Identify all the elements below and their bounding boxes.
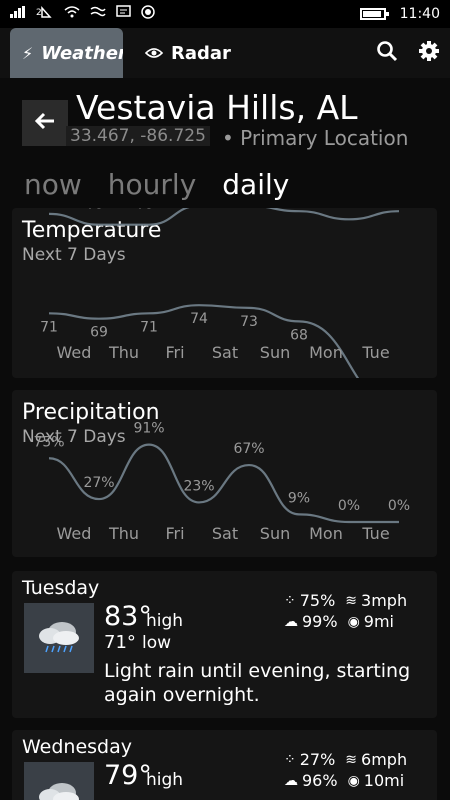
cloud-icon <box>24 762 94 800</box>
temp-day-label: Thu <box>108 343 139 362</box>
temp-day-label: Sun <box>260 343 290 362</box>
status-bar: 2 11:40 <box>0 0 450 28</box>
main-content: Vestavia Hills, AL 33.467, -86.725 • Pri… <box>0 78 450 800</box>
high-temp-label: 79° <box>137 208 162 213</box>
temperature-chart: 83°79°79°86°86°84°81°84°716971747368WedT… <box>40 208 400 378</box>
precip-day-label: Thu <box>108 524 139 543</box>
gear-icon[interactable] <box>418 40 440 68</box>
visibility-eye-icon: ◉ <box>347 772 360 789</box>
temp-day-label: Wed <box>57 343 92 362</box>
precipitation-chart: 75% 27% 91% 23% 67% 9% 0% 0% Wed Thu Fri Sat Sun Mon T… <box>33 421 410 543</box>
precip-value-label: 27% <box>83 475 114 491</box>
rain-drops-icon: ⁘ <box>284 751 296 768</box>
day-name: Tuesday <box>22 577 100 599</box>
precip-day-label: Mon <box>309 524 343 543</box>
temp-day-label: Sat <box>212 343 238 362</box>
eye-icon <box>144 44 164 63</box>
day-stats: ⁘ 75% ≋ 3mph ☁ 99% ◉ 9mi <box>284 591 407 633</box>
back-button[interactable] <box>22 100 68 146</box>
high-label: high <box>146 611 184 631</box>
low-temp-label: 73 <box>240 314 258 330</box>
precip-value: 75% <box>299 591 336 610</box>
primary-location-label: • Primary Location <box>222 126 409 150</box>
high-temp: 79° <box>104 760 152 791</box>
temp-day-label: Tue <box>361 343 389 362</box>
humidity-value: 99% <box>302 612 338 631</box>
low-temp: 71° <box>104 632 136 653</box>
precip-value-label: 91% <box>133 421 164 437</box>
day-description: Light rain until evening, starting again… <box>104 660 411 706</box>
humidity-cloud-icon: ☁ <box>284 772 298 789</box>
high-temp: 83° <box>104 601 152 632</box>
wind-icon: ≋ <box>345 751 358 768</box>
data-sense-icon <box>90 5 106 23</box>
location-title: Vestavia Hills, AL <box>76 88 358 127</box>
precip-day-label: Wed <box>57 524 92 543</box>
battery-fill <box>362 11 381 17</box>
back-arrow-icon <box>34 111 55 136</box>
precip-day-label: Tue <box>361 524 389 543</box>
tab-radar[interactable]: Radar <box>144 28 231 78</box>
precip-day-label: Sun <box>260 524 290 543</box>
low-temp-label: 71 <box>140 319 158 335</box>
search-icon[interactable] <box>376 40 398 68</box>
view-hourly[interactable]: hourly <box>108 168 196 201</box>
low-temp-label: 69 <box>90 325 108 341</box>
temp-day-label: Fri <box>165 343 184 362</box>
location-coords: 33.467, -86.725 <box>66 126 210 146</box>
precip-value: 27% <box>299 750 336 769</box>
wind-value: 3mph <box>361 591 408 610</box>
low-temp-label: 74 <box>190 311 208 327</box>
second-signal-icon: 2 <box>36 5 54 23</box>
view-now[interactable]: now <box>24 168 82 201</box>
location-dot-icon <box>141 5 155 23</box>
precip-value-label: 0% <box>338 498 360 514</box>
high-label: high <box>146 770 184 790</box>
day-name: Wednesday <box>22 736 133 758</box>
tab-weather-label: Weather <box>41 42 123 64</box>
wind-icon: ≋ <box>345 592 358 609</box>
humidity-cloud-icon: ☁ <box>284 613 298 630</box>
low-temp-label: 71 <box>40 319 58 335</box>
rain-drops-icon: ⁘ <box>284 592 296 609</box>
wind-value: 6mph <box>361 750 408 769</box>
precip-value-label: 67% <box>233 441 264 457</box>
status-time: 11:40 <box>399 6 440 22</box>
low-temp-line <box>48 304 360 378</box>
precip-value-label: 23% <box>183 478 214 494</box>
signal-icon <box>10 6 26 22</box>
precip-day-label: Fri <box>165 524 184 543</box>
high-temp-label: 79° <box>87 208 112 213</box>
temp-day-label: Mon <box>309 343 343 362</box>
view-daily[interactable]: daily <box>222 168 289 201</box>
svg-text:2: 2 <box>36 8 42 18</box>
precip-day-label: Sat <box>212 524 238 543</box>
day-card-wednesday[interactable]: Wednesday 79° high ⁘ 27% ≋ 6mph ☁ 96% ◉ 10mi <box>12 730 437 800</box>
lightning-icon: ⚡ <box>22 43 34 63</box>
visibility-eye-icon: ◉ <box>347 613 360 630</box>
message-icon <box>116 5 131 23</box>
visibility-value: 10mi <box>363 771 405 790</box>
precip-value-label: 0% <box>388 498 410 514</box>
view-switcher: now hourly daily <box>24 168 289 201</box>
tab-weather[interactable]: ⚡ Weather <box>10 28 123 78</box>
precip-value-label: 75% <box>33 434 64 450</box>
tab-radar-label: Radar <box>171 42 231 64</box>
humidity-value: 96% <box>302 771 338 790</box>
precipitation-card[interactable]: Precipitation Next 7 Days 75% 27% 91% 23% 67… <box>12 390 437 557</box>
rain-cloud-icon <box>24 603 94 673</box>
wifi-icon <box>64 5 80 23</box>
tab-bar: ⚡ Weather Radar <box>0 28 450 78</box>
battery-icon <box>359 8 389 20</box>
day-card-tuesday[interactable]: Tuesday 83° high 71° low ⁘ 75% ≋ 3mph ☁ 99%… <box>12 571 437 718</box>
low-temp-label: 68 <box>290 327 308 343</box>
low-label: low <box>142 633 172 653</box>
day-stats: ⁘ 27% ≋ 6mph ☁ 96% ◉ 10mi <box>284 750 407 792</box>
precip-value-label: 9% <box>288 490 310 506</box>
visibility-value: 9mi <box>363 612 394 631</box>
temperature-card[interactable]: Temperature Next 7 Days 83°79°79°86°86°8… <box>12 208 437 378</box>
